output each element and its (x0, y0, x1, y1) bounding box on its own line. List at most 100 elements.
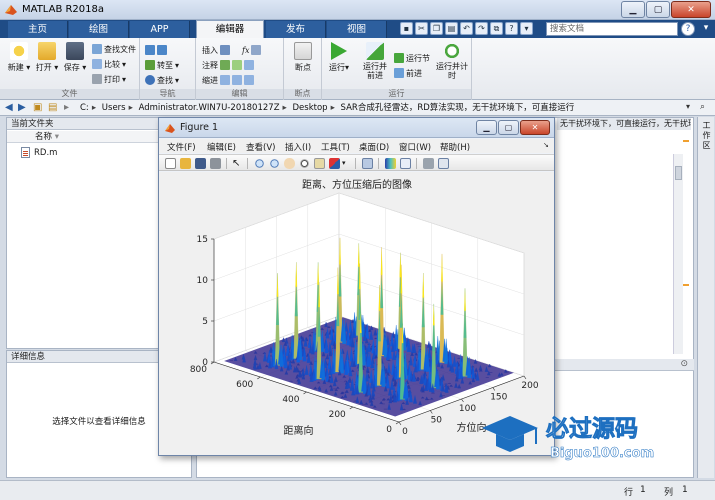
breakpoints-button[interactable]: 断点 (290, 42, 316, 73)
back-arrow-icon[interactable]: ◀ (5, 102, 13, 113)
advance-button[interactable]: 前进 (394, 67, 422, 79)
figure-minimize-button[interactable]: ▁ (476, 120, 497, 135)
goto-button[interactable]: 转至 ▾ (145, 59, 179, 71)
hide-plot-tools-icon[interactable] (423, 158, 434, 169)
goto-icon (145, 60, 155, 70)
forward-arrow-icon[interactable]: ▶ (18, 102, 26, 113)
nav-arrows[interactable] (145, 44, 167, 56)
indent-button[interactable]: 缩进 (202, 74, 254, 86)
path-search-icon[interactable]: ⌕ (700, 102, 705, 112)
pan-hand-icon[interactable] (284, 158, 295, 169)
insert-colorbar-icon[interactable] (385, 158, 396, 169)
save-button[interactable]: 保存 ▾ (62, 42, 88, 73)
minimize-icon: ▁ (629, 4, 637, 15)
tab-publish[interactable]: 发布 (266, 21, 326, 38)
redo-quick-icon[interactable]: ↷ (475, 22, 488, 35)
watermark-text: 必过源码 (546, 415, 638, 442)
find-files-button[interactable]: 查找文件 (92, 43, 136, 55)
sort-icon: ▾ (52, 132, 59, 142)
insert-button[interactable]: 插入 (202, 44, 230, 56)
forward-nav-icon (157, 45, 167, 55)
zoom-in-icon[interactable] (254, 158, 265, 169)
path-dropdown-icon[interactable]: ▾ (686, 102, 690, 111)
copy-quick-icon[interactable]: ❐ (430, 22, 443, 35)
current-path[interactable]: C: ▸ Users ▸ Administrator.WIN7U-20180127Z… (80, 102, 574, 114)
new-icon (10, 42, 28, 60)
edit-plot-arrow-icon[interactable]: ↖ (232, 158, 243, 169)
ribbon-section-navigate: 转至 ▾ 查找 ▾ 导航 (140, 38, 196, 100)
menu-edit[interactable]: 编辑(E) (207, 141, 236, 153)
menu-desktop[interactable]: 桌面(D) (359, 141, 389, 153)
open-button[interactable]: 打开 ▾ (34, 42, 60, 73)
command-window-menu-icon[interactable]: ⊙ (680, 359, 688, 369)
menu-insert[interactable]: 插入(I) (285, 141, 311, 153)
open-file-icon[interactable] (180, 158, 191, 169)
compare-button[interactable]: 比较 ▾ (92, 58, 126, 70)
window-title: MATLAB R2018a (22, 4, 105, 15)
help-icon[interactable]: ? (681, 22, 695, 36)
tab-apps[interactable]: APP (130, 21, 190, 38)
cut-quick-icon[interactable]: ✂ (415, 22, 428, 35)
status-bar: 行 1 列 1 (0, 480, 715, 500)
minimize-button[interactable]: ▁ (621, 1, 645, 18)
figure-title-bar[interactable]: Figure 1 ▁ ▢ ✕ (159, 118, 554, 138)
new-figure-icon[interactable] (165, 158, 176, 169)
menu-file[interactable]: 文件(F) (167, 141, 196, 153)
undo-quick-icon[interactable]: ↶ (460, 22, 473, 35)
ribbon-collapse-icon[interactable]: ▾ (700, 23, 712, 35)
link-plot-icon[interactable] (362, 158, 373, 169)
comment-percent-icon (220, 60, 230, 70)
tab-view[interactable]: 视图 (327, 21, 387, 38)
rotate-3d-icon[interactable] (299, 158, 310, 169)
figure-maximize-button[interactable]: ▢ (498, 120, 519, 135)
data-cursor-icon[interactable] (314, 158, 325, 169)
menu-help[interactable]: 帮助(H) (440, 141, 470, 153)
menu-tools[interactable]: 工具(T) (321, 141, 350, 153)
find-magnifier-icon (145, 75, 155, 85)
editor-file-tab[interactable]: 无干扰环境下，可直接运行，无干扰环境下，可... (557, 118, 691, 130)
figure-menubar: 文件(F) 编辑(E) 查看(V) 插入(I) 工具(T) 桌面(D) 窗口(W… (159, 139, 554, 153)
tab-plots[interactable]: 绘图 (69, 21, 129, 38)
tab-editor[interactable]: 编辑器 (196, 20, 264, 38)
save-figure-icon[interactable] (195, 158, 206, 169)
figure-icon (165, 124, 175, 133)
search-documentation-input[interactable]: 搜索文档 (546, 22, 678, 36)
tab-home[interactable]: 主页 (8, 21, 68, 38)
menu-window[interactable]: 窗口(W) (399, 141, 431, 153)
figure-close-button[interactable]: ✕ (520, 120, 550, 135)
editor-scrollbar[interactable] (673, 154, 683, 354)
print-figure-icon[interactable] (210, 158, 221, 169)
dropdown-quick-icon[interactable]: ▾ (520, 22, 533, 35)
section-label-navigate: 导航 (140, 89, 195, 99)
menu-view[interactable]: 查看(V) (246, 141, 275, 153)
up-folder-icon[interactable]: ▣ (33, 102, 42, 113)
brush-icon[interactable] (329, 158, 340, 169)
watermark-logo: 必过源码 Biguo100.com (482, 415, 654, 461)
new-button[interactable]: 新建 ▾ (6, 42, 32, 73)
close-button[interactable]: ✕ (671, 1, 711, 18)
help-quick-icon[interactable]: ? (505, 22, 518, 35)
maximize-button[interactable]: ▢ (646, 1, 670, 18)
run-and-advance-button[interactable]: 运行并前进 (360, 42, 390, 80)
m-file-icon (21, 147, 30, 158)
paste-quick-icon[interactable]: ▤ (445, 22, 458, 35)
show-plot-tools-icon[interactable] (438, 158, 449, 169)
y-axis-label: 距离向 (284, 424, 314, 437)
scroll-thumb[interactable] (675, 166, 682, 180)
run-section-button[interactable]: 运行节 (394, 52, 430, 64)
find-button[interactable]: 查找 ▾ (145, 74, 179, 86)
zoom-out-icon[interactable] (269, 158, 280, 169)
run-and-time-button[interactable]: 运行并计时 (436, 42, 468, 80)
print-button[interactable]: 打印 ▾ (92, 73, 126, 85)
run-button[interactable]: 运行▾ (326, 42, 352, 73)
fx-button[interactable]: fx (242, 44, 262, 56)
menubar-dock-icon[interactable]: ↘ (543, 141, 549, 149)
save-quick-icon[interactable]: ▪ (400, 22, 413, 35)
comment-button[interactable]: 注释 (202, 59, 254, 71)
browse-folder-icon[interactable]: ▤ (48, 102, 57, 113)
ribbon-tab-strip: 主页 绘图 APP 编辑器 发布 视图 ▪ ✂ ❐ ▤ ↶ ↷ ⧉ ? ▾ 搜索… (0, 20, 715, 38)
file-row[interactable]: RD.m (21, 147, 57, 158)
brush-dropdown-icon[interactable]: ▾ (342, 158, 353, 169)
insert-legend-icon[interactable] (400, 158, 411, 169)
switch-windows-icon[interactable]: ⧉ (490, 22, 503, 35)
